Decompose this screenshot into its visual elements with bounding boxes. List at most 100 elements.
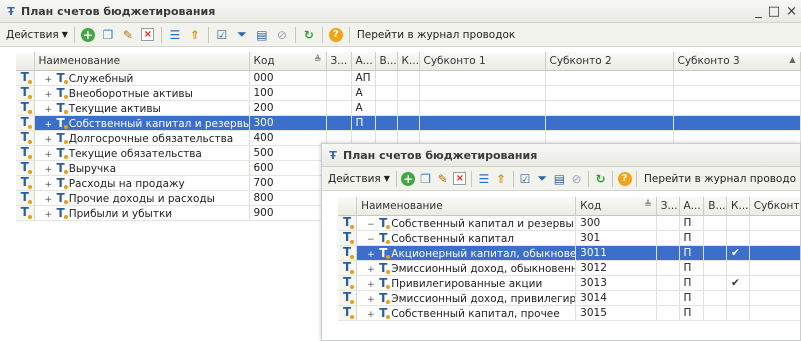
help-button[interactable]: ?	[327, 26, 345, 44]
activity-type-cell[interactable]: А	[351, 100, 376, 116]
maximize-button[interactable]: □	[768, 4, 780, 19]
subconto-cell[interactable]	[749, 305, 800, 321]
name-cell[interactable]: − T Собственный капитал и резервы	[356, 215, 577, 231]
activity-type-cell[interactable]: П	[679, 275, 705, 291]
column-header[interactable]: А...	[351, 52, 376, 71]
cell[interactable]	[375, 70, 398, 86]
table-row[interactable]: T − T Собственный капитал 301 П	[338, 230, 800, 246]
column-header[interactable]: А...	[679, 197, 705, 216]
column-header[interactable]	[16, 52, 35, 71]
expand-toggle-icon[interactable]: +	[45, 90, 55, 100]
subconto-cell[interactable]	[673, 70, 801, 86]
subconto-cell[interactable]	[673, 85, 801, 101]
expand-toggle-icon[interactable]: +	[45, 120, 55, 130]
expand-toggle-icon[interactable]: +	[45, 75, 55, 85]
expand-toggle-icon[interactable]: +	[45, 105, 55, 115]
column-header[interactable]: К...	[397, 52, 420, 71]
column-header[interactable]: К...	[726, 197, 750, 216]
column-header-name[interactable]: Наименование	[356, 197, 577, 216]
expand-toggle-icon[interactable]: +	[45, 165, 55, 175]
code-cell[interactable]: 300	[249, 115, 327, 131]
table-row[interactable]: T + T Служебный 000 АП	[16, 70, 801, 86]
filter-history-button[interactable]: ▤	[253, 26, 271, 44]
cell[interactable]	[375, 100, 398, 116]
column-header-subconto[interactable]: Субконто	[749, 197, 800, 216]
actions-menu-button[interactable]: Действия ▼	[3, 29, 71, 41]
name-cell[interactable]: − T Собственный капитал	[356, 230, 577, 246]
name-cell[interactable]: +TЭмиссионный доход, привилегиров...	[356, 290, 577, 306]
quantity-flag-cell[interactable]	[726, 290, 750, 306]
table-row[interactable]: T + T Акционерный капитал, обыкновен... 3011…	[338, 245, 800, 261]
cell[interactable]	[703, 290, 728, 306]
table-row[interactable]: T+TЭмиссионный доход, привилегиров...301…	[338, 290, 800, 306]
expand-toggle-icon[interactable]: +	[367, 295, 377, 305]
actions-menu-button[interactable]: Действия ▼	[325, 173, 393, 185]
quantity-flag-cell[interactable]	[397, 115, 420, 131]
subconto-cell[interactable]	[545, 100, 674, 116]
cell[interactable]	[656, 245, 680, 261]
column-header-subconto-3[interactable]: Субконто 3 ▲	[673, 52, 801, 71]
code-cell[interactable]: 400	[249, 130, 327, 146]
name-cell[interactable]: + T Долгосрочные обязательства	[34, 130, 250, 146]
name-cell[interactable]: + T Выручка	[34, 160, 250, 176]
activity-type-cell[interactable]: П	[679, 290, 705, 306]
cell[interactable]	[656, 305, 680, 321]
column-header[interactable]: З...	[326, 52, 352, 71]
cell[interactable]	[375, 115, 398, 131]
add-button[interactable]: +	[401, 170, 416, 188]
name-cell[interactable]: + T Служебный	[34, 70, 250, 86]
journal-link-button[interactable]: Перейти в журнал проводок	[353, 29, 519, 41]
code-cell[interactable]: 900	[249, 205, 327, 221]
minimize-button[interactable]: _	[755, 4, 762, 19]
help-button[interactable]: ?	[617, 170, 632, 188]
level-up-button[interactable]: ⇑	[493, 170, 508, 188]
cell[interactable]	[656, 290, 680, 306]
table-row[interactable]: T + T Текущие активы 200 А	[16, 100, 801, 116]
subconto-cell[interactable]	[419, 115, 546, 131]
cell[interactable]	[326, 100, 352, 116]
delete-button[interactable]: ×	[139, 26, 157, 44]
code-cell[interactable]: 3013	[575, 275, 657, 291]
name-cell[interactable]: + T Привилегированные акции	[356, 275, 577, 291]
code-cell[interactable]: 500	[249, 145, 327, 161]
subconto-cell[interactable]	[673, 100, 801, 116]
add-button[interactable]: +	[79, 26, 97, 44]
name-cell[interactable]: + T Внеоборотные активы	[34, 85, 250, 101]
subconto-cell[interactable]	[749, 260, 800, 276]
code-cell[interactable]: 100	[249, 85, 327, 101]
expand-toggle-icon[interactable]: +	[45, 180, 55, 190]
code-cell[interactable]: 200	[249, 100, 327, 116]
subconto-cell[interactable]	[545, 85, 674, 101]
quantity-flag-cell[interactable]	[397, 85, 420, 101]
code-cell[interactable]: 3012	[575, 260, 657, 276]
subconto-cell[interactable]	[419, 85, 546, 101]
code-cell[interactable]: 000	[249, 70, 327, 86]
table-row[interactable]: T + T Эмиссионный доход, обыкновенны... 3012…	[338, 260, 800, 276]
quantity-flag-cell[interactable]	[397, 70, 420, 86]
subconto-cell[interactable]	[749, 230, 800, 246]
name-cell[interactable]: + T Расходы на продажу	[34, 175, 250, 191]
activity-type-cell[interactable]: АП	[351, 70, 376, 86]
cell[interactable]	[656, 260, 680, 276]
subconto-cell[interactable]	[749, 290, 800, 306]
quantity-flag-cell[interactable]	[726, 230, 750, 246]
cell[interactable]	[703, 230, 728, 246]
clear-filter-button[interactable]: ⊘	[273, 26, 291, 44]
quantity-flag-cell[interactable]	[726, 305, 750, 321]
refresh-button[interactable]: ↻	[300, 26, 318, 44]
cell[interactable]	[656, 215, 680, 231]
subconto-cell[interactable]	[419, 100, 546, 116]
code-cell[interactable]: 700	[249, 175, 327, 191]
copy-button[interactable]: ❐	[99, 26, 117, 44]
column-header-name[interactable]: Наименование	[34, 52, 250, 71]
column-header-code[interactable]: Код ≜	[249, 52, 327, 71]
quantity-flag-cell[interactable]: ✔	[726, 275, 750, 291]
expand-toggle-icon[interactable]: +	[367, 310, 377, 320]
filter-history-button[interactable]: ▤	[552, 170, 567, 188]
expand-toggle-icon[interactable]: −	[367, 220, 377, 230]
cell[interactable]	[656, 275, 680, 291]
cell[interactable]	[703, 260, 728, 276]
subconto-cell[interactable]	[749, 245, 800, 261]
cell[interactable]	[375, 85, 398, 101]
filter-settings-button[interactable]: ☑	[517, 170, 532, 188]
